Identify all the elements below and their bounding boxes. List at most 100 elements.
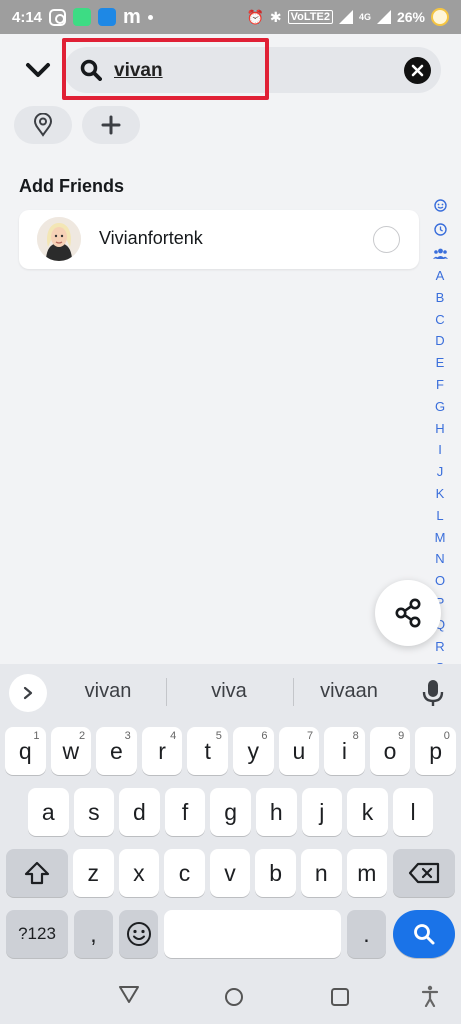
alpha-index-letter[interactable]: B xyxy=(435,287,446,309)
accessibility-icon[interactable] xyxy=(421,985,439,1007)
suggestion-2[interactable]: viva xyxy=(174,680,284,703)
collapse-chevron-button[interactable] xyxy=(24,58,52,82)
key-l[interactable]: l xyxy=(392,788,434,836)
key-n[interactable]: n xyxy=(301,849,342,897)
back-triangle-icon[interactable] xyxy=(118,984,140,1004)
alpha-index-letter[interactable]: E xyxy=(435,352,446,374)
key-g[interactable]: g xyxy=(210,788,251,836)
signal-icon-2 xyxy=(376,10,391,24)
period-key[interactable]: . xyxy=(347,910,386,958)
symbols-key[interactable]: ?123 xyxy=(6,910,68,958)
key-z[interactable]: z xyxy=(73,849,114,897)
home-circle-icon[interactable] xyxy=(224,987,244,1007)
key-c[interactable]: c xyxy=(164,849,205,897)
keyboard-menu-button[interactable] xyxy=(9,674,47,712)
alpha-index-letter[interactable]: K xyxy=(435,483,446,505)
alpha-index-letter[interactable]: A xyxy=(435,265,446,287)
key-u[interactable]: u7 xyxy=(278,727,320,775)
key-o[interactable]: o9 xyxy=(369,727,411,775)
key-t[interactable]: t5 xyxy=(187,727,228,775)
alpha-index-letter[interactable]: O xyxy=(435,570,446,592)
alpha-index-letter[interactable]: F xyxy=(435,374,446,396)
suggestion-3[interactable]: vivaan xyxy=(294,680,404,703)
add-friends-heading: Add Friends xyxy=(19,176,125,196)
smiley-index-icon[interactable] xyxy=(433,193,447,217)
key-k[interactable]: k xyxy=(347,788,388,836)
recents-square-icon[interactable] xyxy=(330,987,350,1007)
suggestion-1[interactable]: vivan xyxy=(53,680,163,703)
alpha-index-letter[interactable]: L xyxy=(435,505,446,527)
alpha-index-letter[interactable]: R xyxy=(435,636,446,658)
bluetooth-icon: ✱ xyxy=(269,8,282,25)
key-d[interactable]: d xyxy=(119,788,160,836)
key-w[interactable]: w2 xyxy=(50,727,92,775)
key-x[interactable]: x xyxy=(118,849,160,897)
alpha-index-letter[interactable]: N xyxy=(435,548,446,570)
suggestion-divider xyxy=(166,678,167,706)
key-m[interactable]: m xyxy=(346,849,388,897)
key-p[interactable]: p0 xyxy=(415,727,456,775)
close-icon xyxy=(411,64,424,77)
clear-search-button[interactable] xyxy=(404,57,431,84)
key-e[interactable]: e3 xyxy=(96,727,137,775)
alpha-index-letter[interactable]: G xyxy=(435,396,446,418)
key-label: o xyxy=(383,737,397,764)
key-number-hint: 0 xyxy=(443,730,450,742)
key-label: p xyxy=(429,737,443,764)
add-filter-chip[interactable] xyxy=(82,106,140,144)
alpha-index-letter[interactable]: C xyxy=(435,309,446,331)
search-icon xyxy=(414,924,435,945)
key-i[interactable]: i8 xyxy=(324,727,365,775)
key-label: r xyxy=(158,737,166,764)
m-app-notification-icon: m xyxy=(123,6,141,28)
key-y[interactable]: y6 xyxy=(233,727,274,775)
search-input[interactable] xyxy=(114,58,264,84)
key-v[interactable]: v xyxy=(209,849,251,897)
alpha-index-letter[interactable]: J xyxy=(435,461,446,483)
recent-clock-index-icon[interactable] xyxy=(433,217,447,241)
alpha-index-letter[interactable]: M xyxy=(435,527,446,549)
microphone-icon[interactable] xyxy=(420,678,446,708)
key-label: q xyxy=(18,737,32,764)
key-number-hint: 7 xyxy=(306,730,314,742)
network-type: 4G xyxy=(358,12,371,22)
backspace-key[interactable] xyxy=(393,849,455,897)
key-number-hint: 4 xyxy=(170,730,177,742)
phone-notification-icon xyxy=(98,8,117,26)
key-j[interactable]: j xyxy=(301,788,343,836)
chevron-right-icon xyxy=(23,686,33,700)
key-h[interactable]: h xyxy=(256,788,297,836)
key-number-hint: 8 xyxy=(352,730,359,742)
groups-index-icon[interactable] xyxy=(432,241,448,265)
key-r[interactable]: r4 xyxy=(141,727,183,775)
key-s[interactable]: s xyxy=(73,788,115,836)
space-bar[interactable] xyxy=(164,910,341,958)
key-f[interactable]: f xyxy=(164,788,206,836)
share-button[interactable] xyxy=(375,580,441,646)
friend-list-item[interactable]: Vivianfortenk xyxy=(19,210,419,269)
avatar-image xyxy=(37,217,81,261)
key-b[interactable]: b xyxy=(255,849,296,897)
volte-icon: VoLTE2 xyxy=(287,10,333,24)
instagram-notification-icon xyxy=(49,8,67,26)
battery-percent: 26% xyxy=(396,9,425,25)
bitmoji-avatar xyxy=(37,217,81,261)
location-filter-chip[interactable] xyxy=(14,106,72,144)
select-friend-radio[interactable] xyxy=(373,226,400,253)
key-q[interactable]: q1 xyxy=(5,727,46,775)
comma-key[interactable]: , xyxy=(74,910,113,958)
system-navigation-bar xyxy=(0,962,461,1024)
suggestion-strip: vivan viva vivaan xyxy=(0,664,461,720)
alpha-index-letter[interactable]: D xyxy=(435,330,446,352)
emoji-key[interactable] xyxy=(119,910,158,958)
search-action-key[interactable] xyxy=(393,910,455,958)
alpha-index-letter[interactable]: I xyxy=(435,439,446,461)
shift-key[interactable] xyxy=(6,849,68,897)
key-label: w xyxy=(62,737,80,764)
key-label: u xyxy=(292,737,306,764)
chevron-down-icon xyxy=(26,63,50,77)
on-screen-keyboard: vivan viva vivaan q1w2e3r4t5y6u7i8o9p0 a… xyxy=(0,664,461,962)
friend-name: Vivianfortenk xyxy=(99,228,203,248)
alpha-index-letter[interactable]: H xyxy=(435,418,446,440)
key-a[interactable]: a xyxy=(28,788,69,836)
